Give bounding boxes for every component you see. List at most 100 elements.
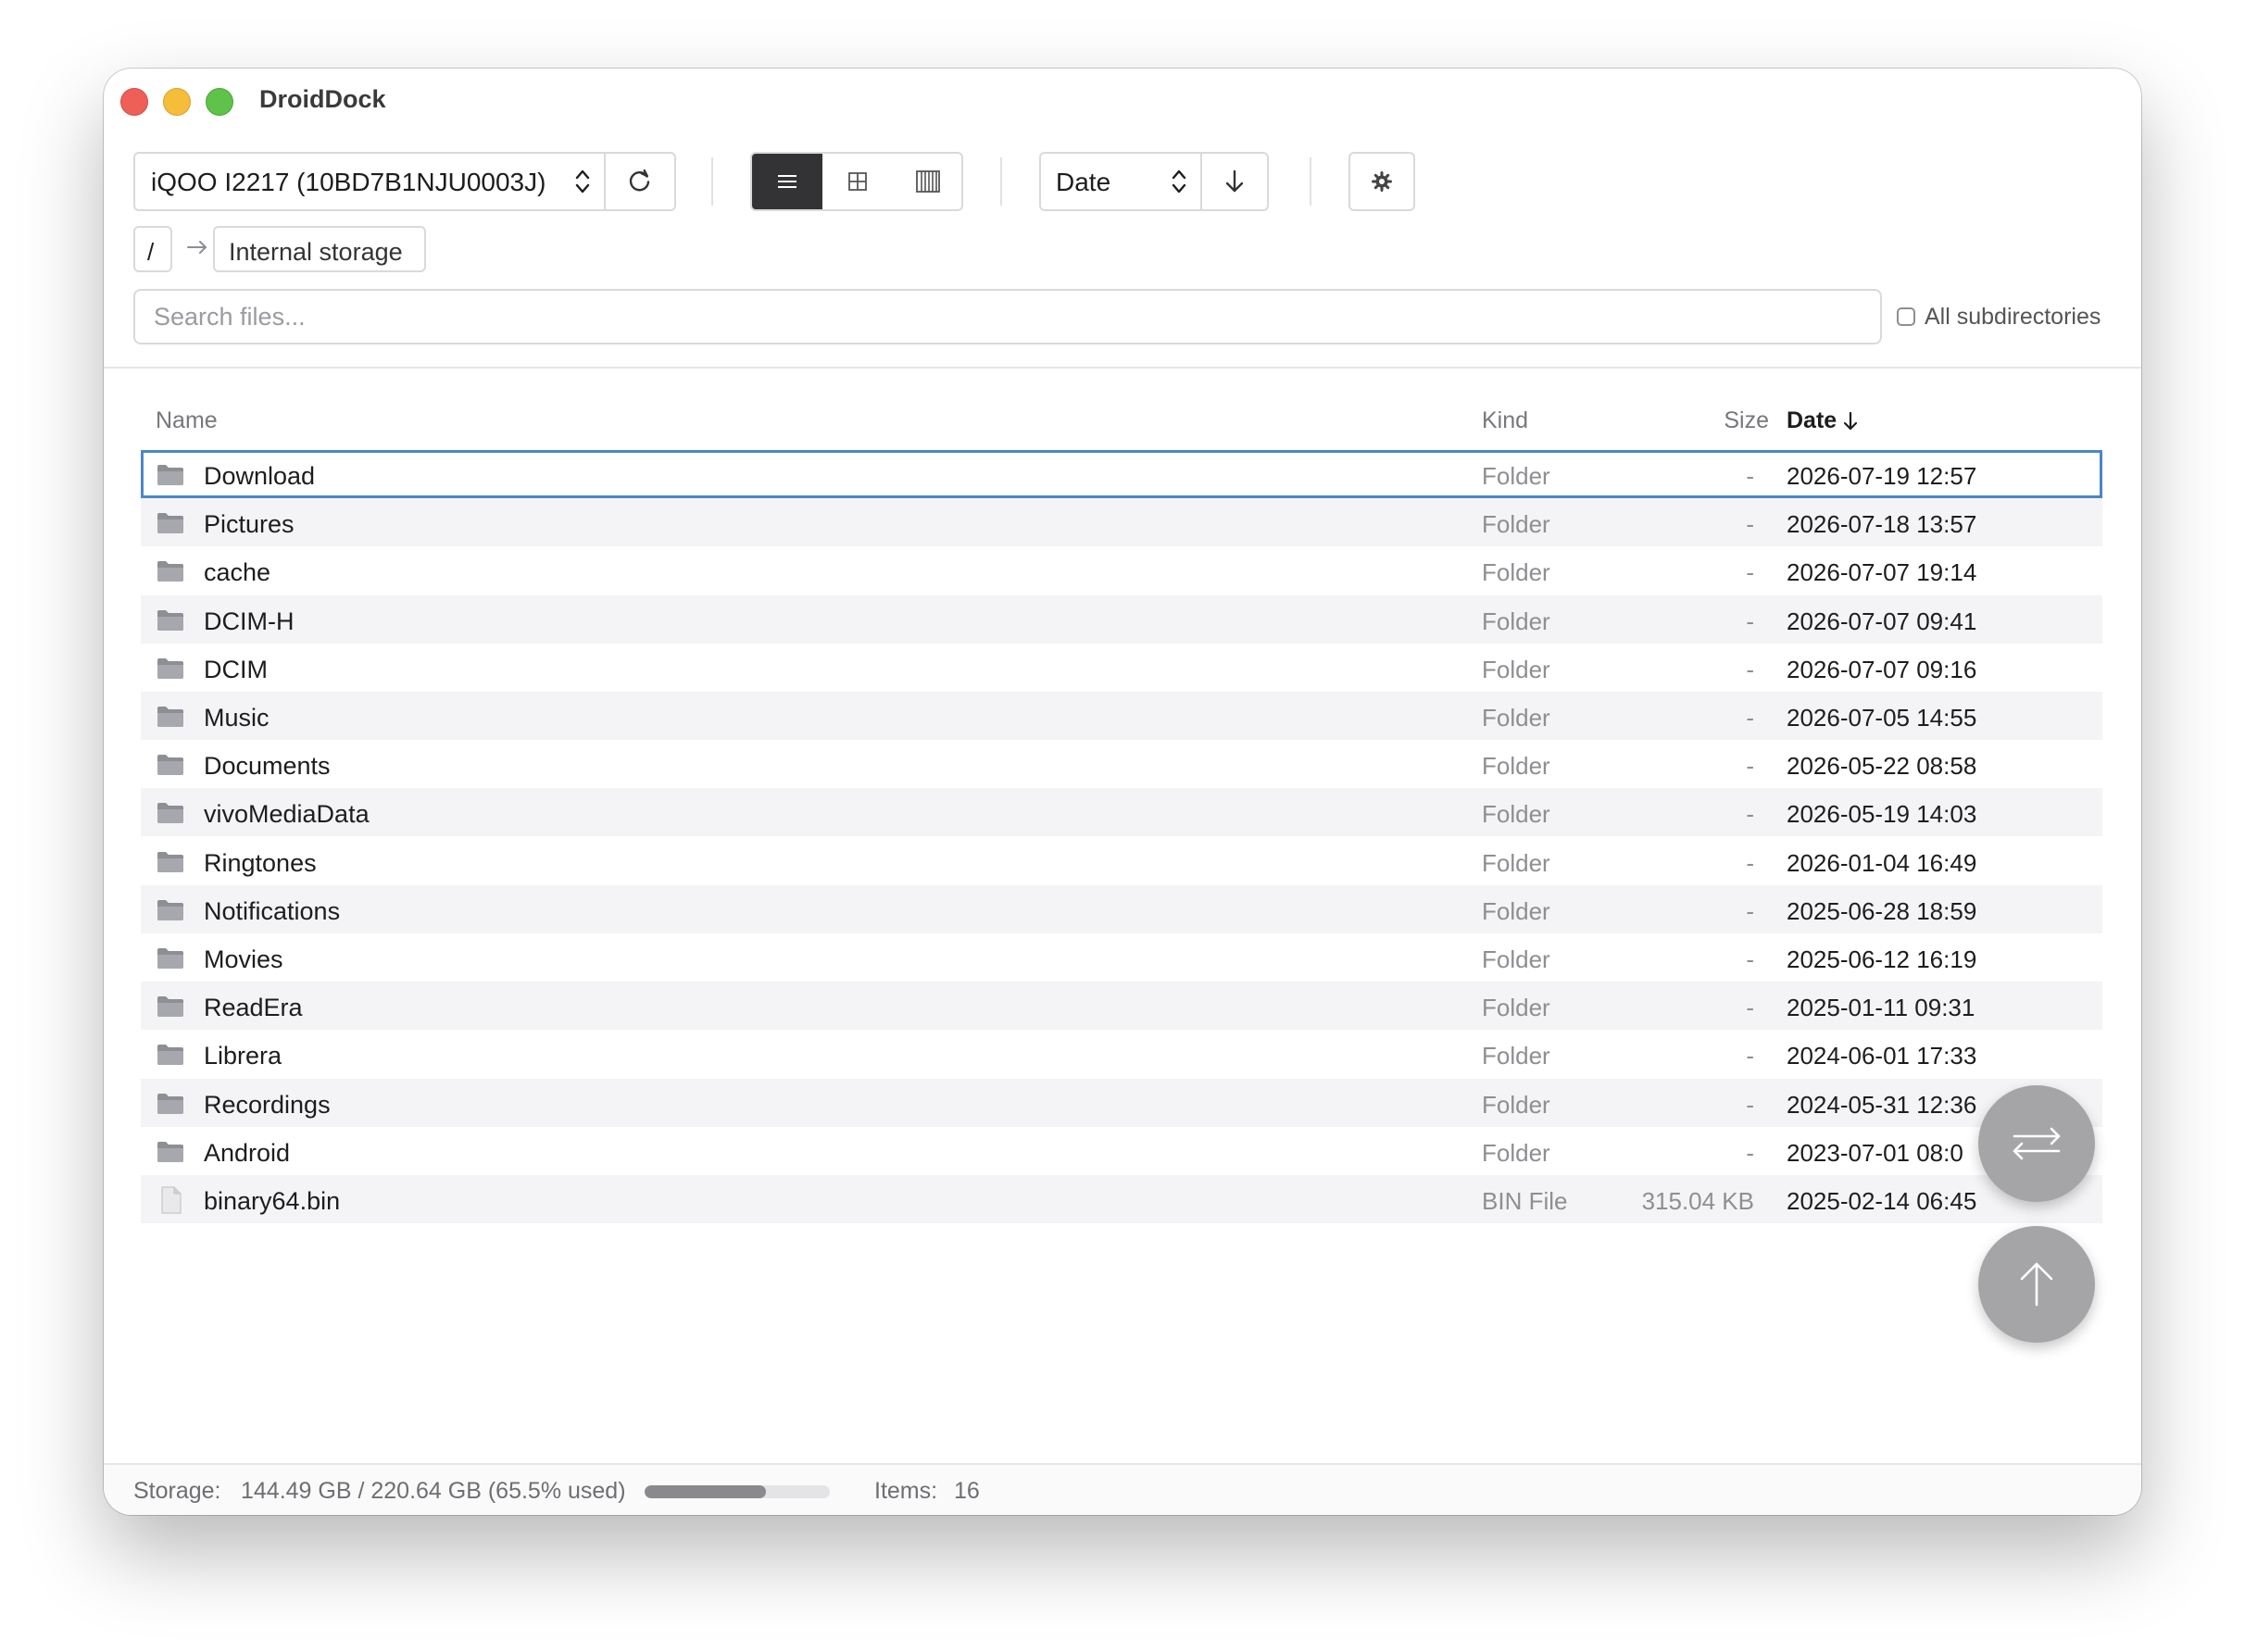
file-kind: Folder — [1482, 800, 1550, 829]
file-date: 2026-05-19 14:03 — [1787, 800, 1977, 829]
refresh-button[interactable] — [604, 152, 676, 211]
folder-icon — [157, 1045, 183, 1066]
toolbar-divider — [711, 157, 713, 206]
minimize-window-button[interactable] — [163, 88, 191, 116]
grid-view-button[interactable] — [822, 154, 893, 209]
items-count: 16 — [954, 1478, 980, 1504]
breadcrumb-item-label: Internal storage — [229, 238, 403, 266]
file-name: DCIM — [204, 655, 268, 683]
list-view-icon — [778, 175, 796, 188]
file-date: 2026-07-07 09:16 — [1787, 655, 1977, 683]
all-subdirectories-label: All subdirectories — [1925, 303, 2101, 330]
table-row[interactable]: Pictures Folder - 2026-07-18 13:57 — [141, 498, 2102, 547]
breadcrumb-item[interactable]: Internal storage — [213, 226, 426, 272]
folder-icon — [157, 609, 183, 631]
file-kind: Folder — [1482, 558, 1550, 587]
table-row[interactable]: Ringtones Folder - 2026-01-04 16:49 — [141, 837, 2102, 885]
toolbar-divider — [1000, 157, 1002, 206]
table-row[interactable]: Download Folder - 2026-07-19 12:57 — [141, 450, 2102, 498]
list-view-button[interactable] — [752, 154, 822, 209]
file-name: DCIM-H — [204, 607, 295, 635]
breadcrumb-root-label: / — [147, 238, 155, 266]
file-kind: Folder — [1482, 848, 1550, 877]
table-row[interactable]: cache Folder - 2026-07-07 19:14 — [141, 546, 2102, 594]
file-date: 2025-06-12 16:19 — [1787, 945, 1977, 973]
device-select[interactable]: iQOO I2217 (10BD7B1NJU0003J) — [133, 152, 606, 211]
file-date: 2026-07-07 19:14 — [1787, 558, 1977, 587]
file-kind: Folder — [1482, 1042, 1550, 1070]
table-row[interactable]: Movies Folder - 2025-06-12 16:19 — [141, 933, 2102, 982]
file-date: 2024-05-31 12:36 — [1787, 1090, 1977, 1119]
status-bar: Storage: 144.49 GB / 220.64 GB (65.5% us… — [104, 1463, 2141, 1515]
table-row[interactable]: vivoMediaData Folder - 2026-05-19 14:03 — [141, 788, 2102, 837]
file-name: cache — [204, 558, 271, 587]
upload-button[interactable] — [1978, 1226, 2095, 1343]
app-window: DroidDock iQOO I2217 (10BD7B1NJU0003J) D… — [104, 69, 2141, 1515]
zoom-window-button[interactable] — [206, 88, 233, 116]
column-header-kind[interactable]: Kind — [1482, 407, 1528, 434]
column-header-size[interactable]: Size — [1708, 407, 1769, 434]
file-size: - — [1746, 655, 1754, 683]
close-window-button[interactable] — [120, 88, 148, 116]
file-size: - — [1746, 945, 1754, 973]
file-name: Pictures — [204, 510, 295, 539]
table-row[interactable]: ReadEra Folder - 2025-01-11 09:31 — [141, 982, 2102, 1031]
all-subdirectories-toggle[interactable]: All subdirectories — [1897, 302, 2101, 332]
table-row[interactable]: DCIM Folder - 2026-07-07 09:16 — [141, 644, 2102, 692]
refresh-icon — [629, 169, 650, 192]
folder-icon — [157, 465, 183, 485]
folder-icon — [157, 707, 183, 727]
file-size: - — [1746, 510, 1754, 539]
file-date: 2024-06-01 17:33 — [1787, 1042, 1977, 1070]
table-row[interactable]: Android Folder - 2023-07-01 08:0 — [141, 1127, 2102, 1175]
file-date: 2026-01-04 16:49 — [1787, 848, 1977, 877]
file-name: Documents — [204, 752, 331, 781]
folder-icon — [157, 948, 183, 969]
file-kind: Folder — [1482, 1138, 1550, 1167]
settings-button[interactable] — [1348, 152, 1415, 211]
folder-icon — [157, 1141, 183, 1162]
title-bar: DroidDock — [104, 69, 2141, 133]
swap-arrows-icon — [2013, 1127, 2061, 1160]
sort-field-select[interactable]: Date — [1039, 152, 1202, 211]
table-row[interactable]: Librera Folder - 2024-06-01 17:33 — [141, 1030, 2102, 1078]
table-row[interactable]: Documents Folder - 2026-05-22 08:58 — [141, 740, 2102, 788]
file-kind: Folder — [1482, 994, 1550, 1022]
file-size: - — [1746, 896, 1754, 925]
file-name: ReadEra — [204, 994, 303, 1022]
file-date: 2026-07-07 09:41 — [1787, 607, 1977, 635]
file-size: - — [1746, 1138, 1754, 1167]
file-kind: Folder — [1482, 752, 1550, 781]
sort-desc-icon — [1844, 411, 1858, 430]
file-name: Recordings — [204, 1090, 331, 1119]
column-view-icon — [916, 170, 940, 193]
column-header-date[interactable]: Date — [1787, 407, 1859, 434]
file-name: Movies — [204, 945, 283, 973]
file-name: binary64.bin — [204, 1187, 341, 1215]
file-name: vivoMediaData — [204, 800, 370, 829]
search-input[interactable] — [133, 289, 1882, 344]
table-row[interactable]: Music Folder - 2026-07-05 14:55 — [141, 692, 2102, 740]
table-row[interactable]: binary64.bin BIN File 315.04 KB 2025-02-14 … — [141, 1175, 2102, 1223]
file-date: 2026-07-05 14:55 — [1787, 704, 1977, 732]
table-row[interactable]: DCIM-H Folder - 2026-07-07 09:41 — [141, 594, 2102, 644]
transfer-button[interactable] — [1978, 1085, 2095, 1202]
table-row[interactable]: Notifications Folder - 2025-06-28 18:59 — [141, 884, 2102, 933]
file-date: 2026-05-22 08:58 — [1787, 752, 1977, 781]
column-view-button[interactable] — [893, 154, 961, 209]
column-header-name[interactable]: Name — [156, 407, 218, 434]
sort-direction-button[interactable] — [1200, 152, 1269, 211]
table-row[interactable]: Recordings Folder - 2024-05-31 12:36 — [141, 1078, 2102, 1127]
all-subdirectories-checkbox[interactable] — [1897, 307, 1915, 326]
file-name: Notifications — [204, 896, 341, 925]
folder-icon — [157, 1093, 183, 1114]
storage-label: Storage: — [133, 1478, 221, 1504]
file-size: - — [1746, 1090, 1754, 1119]
file-name: Ringtones — [204, 848, 317, 877]
storage-value: 144.49 GB / 220.64 GB (65.5% used) — [241, 1478, 626, 1504]
file-name: Android — [204, 1138, 291, 1167]
breadcrumb-root[interactable]: / — [133, 226, 172, 272]
file-kind: Folder — [1482, 945, 1550, 973]
file-date: 2025-06-28 18:59 — [1787, 896, 1977, 925]
file-size: - — [1746, 752, 1754, 781]
